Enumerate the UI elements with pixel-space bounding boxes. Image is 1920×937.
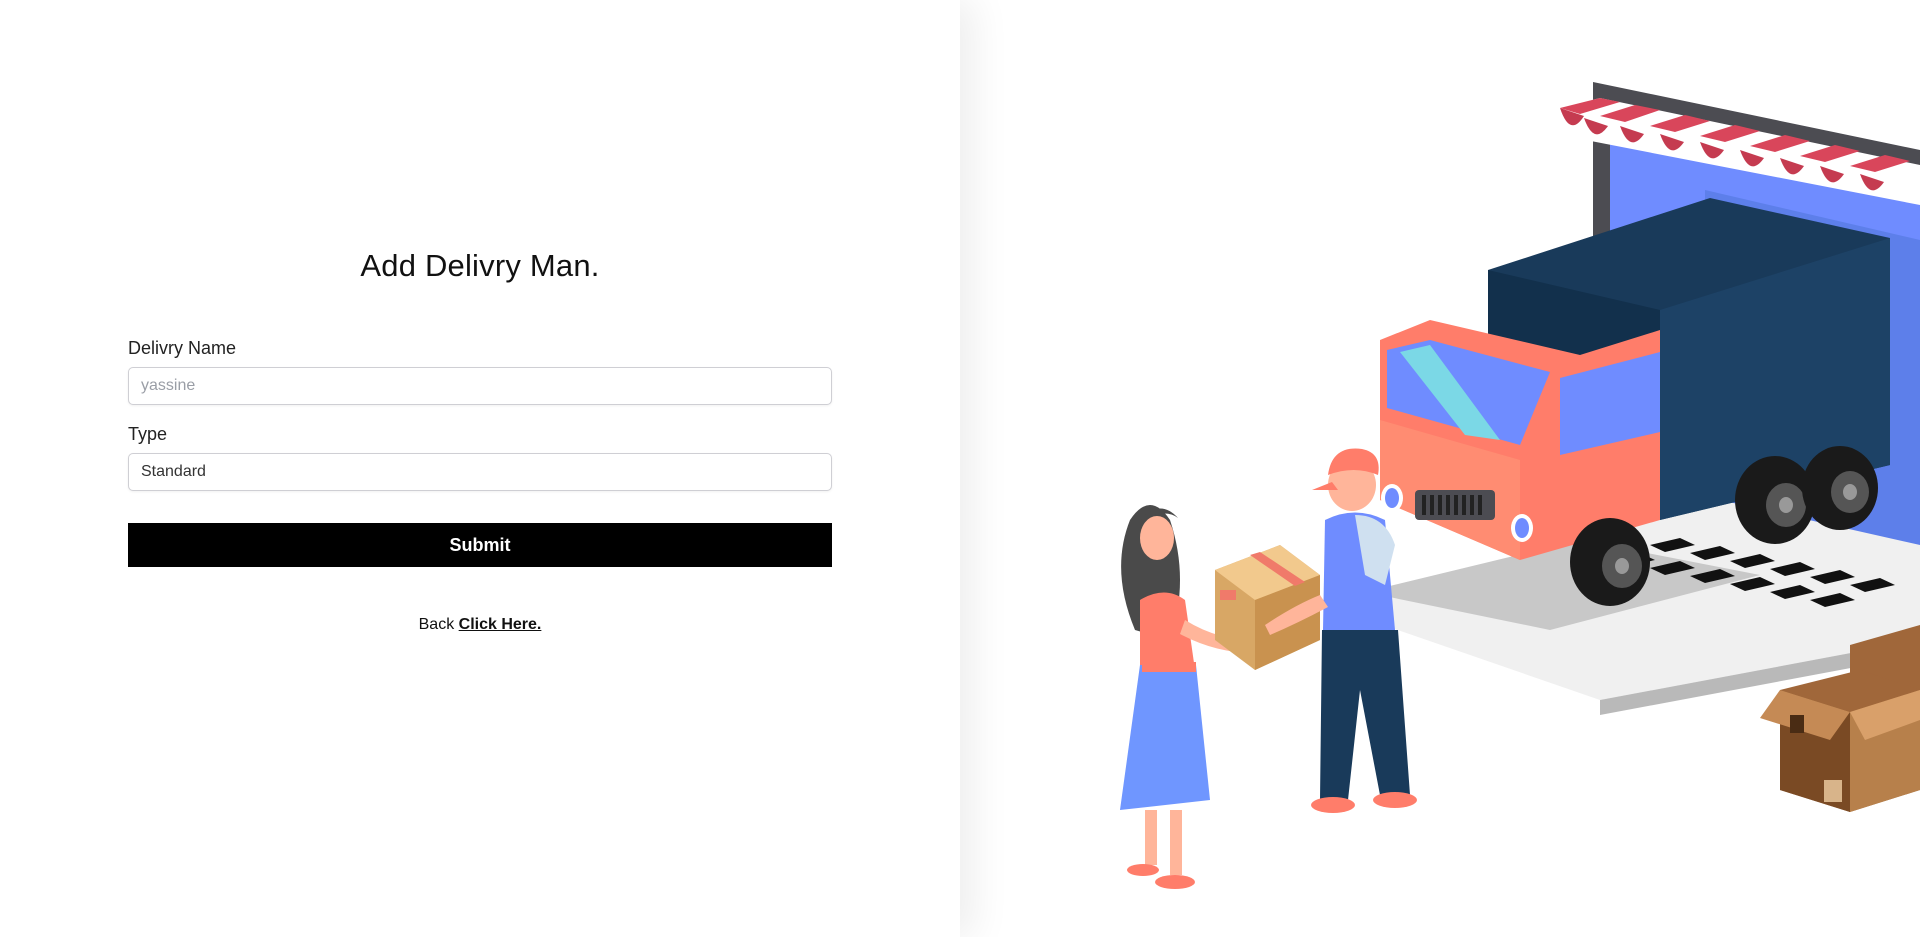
type-label: Type — [128, 424, 168, 444]
delivry-name-input[interactable] — [128, 367, 832, 405]
submit-button[interactable]: Submit — [128, 523, 832, 567]
page-title: Add Delivry Man. — [360, 248, 600, 283]
back-link[interactable]: Click Here. — [459, 616, 542, 633]
delivery-illustration — [960, 0, 1920, 937]
delivry-name-label: Delivry Name — [128, 338, 237, 358]
back-line: Back Click Here. — [128, 616, 832, 634]
back-text: Back — [418, 616, 455, 633]
type-input[interactable]: Standard — [128, 453, 832, 491]
delivery-illustration-icon — [1120, 82, 1920, 889]
form-panel: Add Delivry Man. Delivry Name Type Stand… — [0, 0, 960, 937]
